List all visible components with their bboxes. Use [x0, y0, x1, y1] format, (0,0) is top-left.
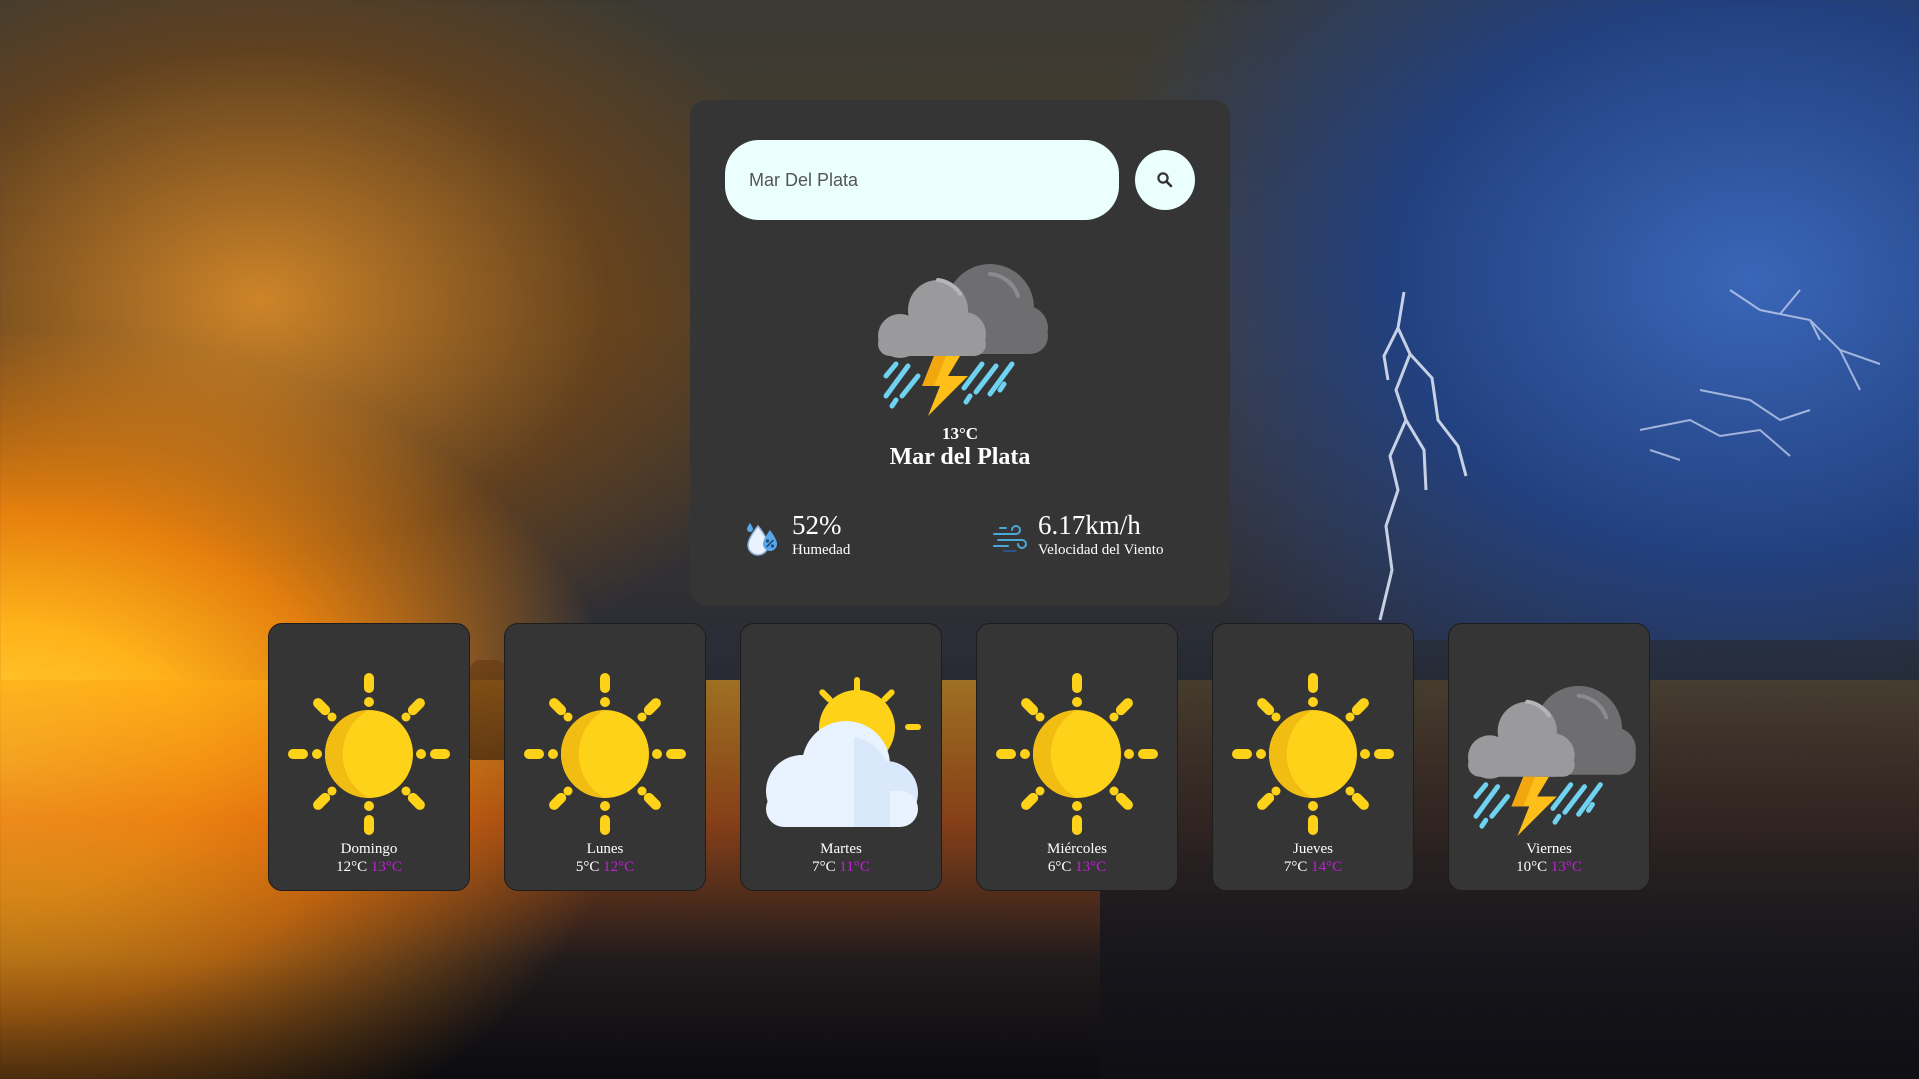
search-button[interactable] — [1135, 150, 1195, 210]
forecast-min-temp: 6°C — [1047, 859, 1072, 875]
forecast-max-temp: 14°C — [1311, 859, 1343, 875]
forecast-card-martes: Martes 7°C 11°C — [740, 623, 942, 891]
forecast-max-temp: 13°C — [370, 859, 402, 875]
forecast-min-temp: 7°C — [812, 859, 836, 875]
forecast-day-name: Jueves — [1293, 841, 1333, 857]
forecast-day-name: Martes — [820, 841, 862, 857]
city-name: Mar del Plata — [889, 444, 1031, 470]
thunderstorm-rain-icon — [872, 258, 1048, 418]
thunderstorm-rain-icon — [1462, 680, 1636, 838]
search-icon — [1157, 172, 1173, 188]
current-weather-card: 13°C Mar del Plata 52% Humedad — [690, 100, 1230, 606]
forecast-card-jueves: Jueves 7°C 14°C — [1212, 623, 1414, 891]
forecast-temps: 12°C 13°C — [269, 859, 469, 876]
forecast-max-temp: 11°C — [839, 859, 870, 875]
forecast-max-temp: 13°C — [1550, 859, 1582, 875]
humidity-value: 52% — [792, 510, 842, 540]
wind-label: Velocidad del Viento — [1038, 542, 1164, 558]
sun-icon — [990, 667, 1164, 841]
forecast-card-viernes: Viernes 10°C 13°C — [1448, 623, 1650, 891]
humidity-icon — [747, 523, 777, 556]
lightning-bolt-decoration — [1378, 289, 1881, 621]
forecast-card-miercoles: Miércoles 6°C 13°C — [976, 623, 1178, 891]
partly-cloudy-icon — [754, 667, 928, 841]
forecast-temps: 7°C 11°C — [741, 859, 941, 876]
forecast-min-temp: 10°C — [1516, 859, 1548, 875]
humidity-label: Humedad — [792, 542, 851, 558]
current-temperature: 13°C — [941, 424, 979, 443]
forecast-temps: 5°C 12°C — [505, 859, 705, 876]
forecast-card-domingo: Domingo 12°C 13°C — [268, 623, 470, 891]
forecast-temps: 6°C 13°C — [977, 859, 1177, 876]
forecast-min-temp: 7°C — [1283, 859, 1308, 875]
island-silhouette — [470, 660, 505, 760]
forecast-day-name: Domingo — [340, 841, 398, 857]
forecast-max-temp: 12°C — [603, 859, 635, 875]
forecast-temps: 7°C 14°C — [1213, 859, 1413, 876]
forecast-min-temp: 5°C — [575, 859, 600, 875]
wind-value: 6.17km/h — [1038, 510, 1141, 540]
forecast-day-name: Miércoles — [1047, 841, 1107, 857]
sun-icon — [518, 667, 692, 841]
wind-stat: 6.17km/h Velocidad del Viento — [990, 510, 1163, 560]
humidity-stat: 52% Humedad — [744, 510, 850, 560]
wind-icon — [993, 525, 1027, 552]
forecast-max-temp: 13°C — [1075, 859, 1107, 875]
forecast-temps: 10°C 13°C — [1449, 859, 1649, 876]
forecast-min-temp: 12°C — [336, 859, 368, 875]
city-search-input[interactable] — [725, 140, 1119, 220]
forecast-day-name: Viernes — [1526, 841, 1572, 857]
sun-icon — [282, 667, 456, 841]
forecast-card-lunes: Lunes 5°C 12°C — [504, 623, 706, 891]
sun-icon — [1226, 667, 1400, 841]
forecast-day-name: Lunes — [586, 841, 624, 857]
